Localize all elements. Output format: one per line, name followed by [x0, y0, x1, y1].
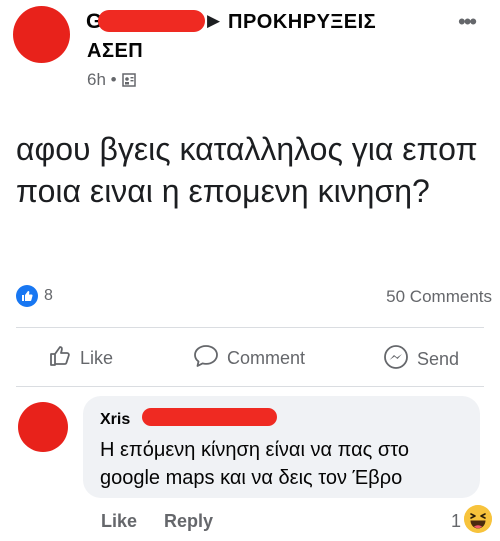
like-label: Like	[80, 348, 114, 368]
reaction-count[interactable]: 8	[44, 287, 53, 305]
like-button[interactable]: Like	[48, 344, 113, 373]
comment-text: Η επόμενη κίνηση είναι να πας στο google…	[100, 439, 409, 489]
time-separator: •	[110, 70, 117, 89]
commenter-name[interactable]: Xris	[100, 411, 130, 429]
thumbs-up-icon	[48, 344, 72, 373]
post-timestamp[interactable]: 6h •	[87, 70, 117, 90]
more-options-icon[interactable]: •••	[458, 9, 477, 35]
divider	[16, 327, 484, 328]
comment-button[interactable]: Comment	[193, 344, 305, 373]
comment-label: Comment	[227, 348, 306, 368]
comment-reply-button[interactable]: Reply	[164, 511, 213, 532]
post-time-text: 6h	[87, 70, 106, 89]
comment-reaction-count[interactable]: 1	[451, 511, 461, 532]
arrow-right-icon: ▶	[207, 11, 221, 30]
like-reaction-icon[interactable]	[16, 285, 38, 307]
messenger-icon	[383, 344, 409, 375]
group-privacy-icon	[122, 73, 136, 92]
redaction-mark	[98, 10, 205, 32]
group-name-line2[interactable]: ΑΣΕΠ	[87, 40, 143, 63]
divider	[16, 386, 484, 387]
comment-icon	[193, 344, 219, 373]
group-name-line1[interactable]: ΠΡΟΚΗΡΥΞΕΙΣ	[228, 11, 376, 34]
post-text: αφου βγεις καταλληλος για εποπ ποια εινα…	[16, 131, 478, 209]
commenter-avatar[interactable]	[18, 402, 68, 452]
comment-like-button[interactable]: Like	[101, 511, 137, 532]
haha-reaction-icon[interactable]	[464, 505, 492, 533]
post-author-avatar[interactable]	[13, 6, 70, 63]
redaction-mark	[142, 408, 277, 426]
send-label: Send	[417, 349, 460, 369]
comments-count-link[interactable]: 50 Comments	[386, 287, 492, 307]
send-button[interactable]: Send	[383, 344, 459, 375]
